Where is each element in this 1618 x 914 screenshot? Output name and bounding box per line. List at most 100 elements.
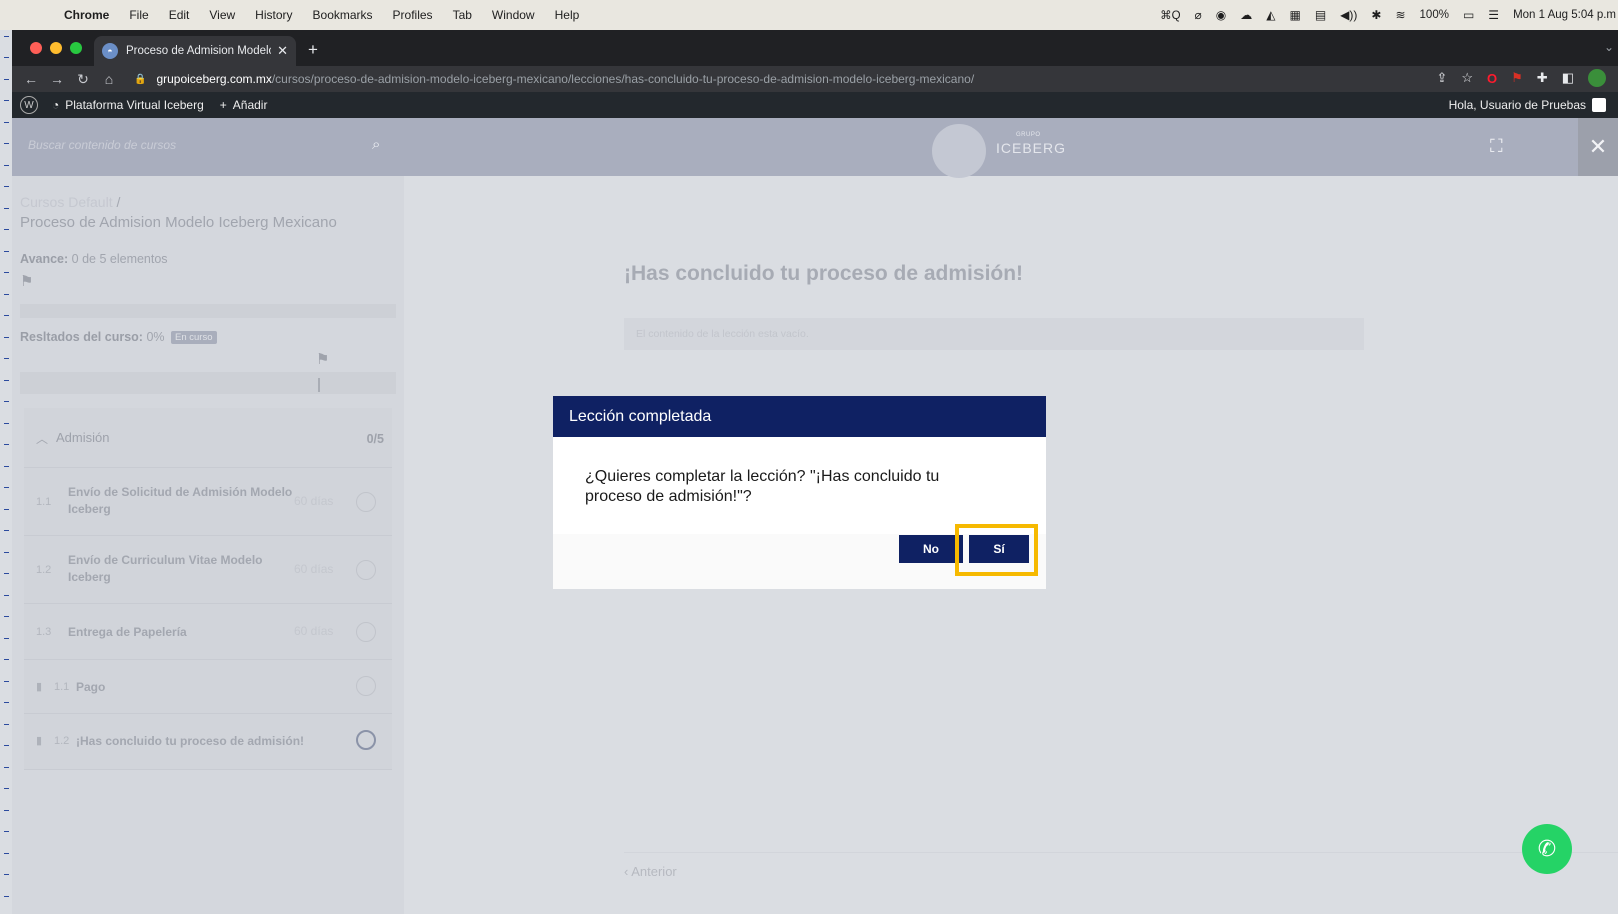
edge-marker: [4, 767, 9, 768]
reload-icon[interactable]: ↻: [70, 71, 96, 88]
previous-link[interactable]: ‹ Anterior: [624, 864, 677, 879]
no-button[interactable]: No: [899, 535, 963, 563]
edge-marker: [4, 831, 9, 832]
wp-add-new-link[interactable]: + Añadir: [220, 98, 268, 112]
section-header[interactable]: ︿ Admisión 0/5: [24, 408, 392, 468]
wp-add-label: Añadir: [232, 98, 268, 112]
fullscreen-icon[interactable]: ⛶: [1490, 136, 1503, 157]
edge-marker: [4, 595, 9, 596]
menu-view[interactable]: View: [209, 8, 235, 22]
close-icon[interactable]: ✕: [1578, 118, 1618, 176]
tab-search-chevron-icon[interactable]: ⌄: [1604, 40, 1614, 54]
edge-marker: [4, 466, 9, 467]
search-icon[interactable]: ⌕: [372, 136, 380, 153]
topic-status-circle[interactable]: [356, 676, 376, 696]
edge-marker: [4, 165, 9, 166]
menubar-clock[interactable]: Mon 1 Aug 5:04 p.m: [1513, 9, 1616, 21]
progress-flag-icon: ⚑: [20, 273, 34, 290]
cloud-icon[interactable]: ☁: [1240, 8, 1252, 22]
lesson-item[interactable]: 1.3 Entrega de Papelería 60 días: [24, 604, 392, 660]
back-arrow-icon[interactable]: ←: [18, 71, 44, 87]
new-tab-icon[interactable]: +: [308, 40, 318, 60]
paperclip-icon[interactable]: ⌀: [1195, 8, 1202, 22]
edge-marker: [4, 681, 9, 682]
browser-toolbar: ← → ↻ ⌂ 🔒 grupoiceberg.com.mx/cursos/pro…: [12, 66, 1618, 92]
wp-howdy-text: Hola, Usuario de Pruebas: [1448, 98, 1586, 112]
results-text: Resltados del curso: 0% En curso: [20, 330, 217, 344]
course-search-input[interactable]: Buscar contenido de cursos: [28, 138, 176, 152]
tab-close-icon[interactable]: ✕: [277, 43, 288, 59]
yes-button-highlight: [955, 524, 1038, 576]
keyboard-icon[interactable]: ▤: [1315, 8, 1326, 22]
lock-icon[interactable]: 🔒: [134, 74, 146, 85]
opera-extension-icon[interactable]: O: [1487, 71, 1497, 86]
control-center-icon[interactable]: ☰: [1488, 8, 1499, 22]
menu-history[interactable]: History: [255, 8, 292, 22]
course-title[interactable]: Proceso de Admision Modelo Iceberg Mexic…: [20, 214, 337, 231]
home-icon[interactable]: ⌂: [96, 71, 122, 87]
course-sidebar: Cursos Default / Proceso de Admision Mod…: [12, 176, 404, 914]
edge-marker: [4, 896, 9, 897]
plus-icon: +: [219, 98, 227, 112]
bookmark-star-icon[interactable]: ☆: [1461, 70, 1473, 86]
modal-message: ¿Quieres completar la lección? "¡Has con…: [585, 468, 940, 505]
flag-extension-icon[interactable]: ⚑: [1511, 70, 1523, 86]
menu-tab[interactable]: Tab: [453, 8, 472, 22]
lesson-status-circle[interactable]: [356, 492, 376, 512]
share-icon[interactable]: ⇪: [1436, 70, 1447, 86]
edge-marker: [4, 552, 9, 553]
wp-user-menu[interactable]: Hola, Usuario de Pruebas: [1449, 98, 1606, 112]
browser-tab-strip: ◓ Proceso de Admision Modelo Ic ✕ + ⌄: [12, 30, 1618, 66]
menu-app-name[interactable]: Chrome: [64, 8, 109, 22]
edge-marker: [4, 272, 9, 273]
menu-file[interactable]: File: [129, 8, 148, 22]
topic-item[interactable]: ▮ 1.1 Pago: [24, 660, 392, 714]
wifi-icon[interactable]: ≋: [1395, 8, 1405, 22]
edge-marker: [4, 100, 9, 101]
modal-title: Lección completada: [553, 396, 1046, 437]
topic-item-current[interactable]: ▮ 1.2 ¡Has concluido tu proceso de admis…: [24, 714, 392, 770]
mac-menubar: Chrome File Edit View History Bookmarks …: [0, 0, 1618, 30]
lesson-status-circle[interactable]: [356, 560, 376, 580]
wp-site-link[interactable]: ◔ Plataforma Virtual Iceberg: [52, 98, 204, 112]
browser-tab-active[interactable]: ◓ Proceso de Admision Modelo Ic ✕: [94, 36, 296, 66]
topic-name: Pago: [76, 680, 106, 694]
eye-icon[interactable]: ◉: [1216, 8, 1226, 22]
edge-marker: [4, 509, 9, 510]
menu-profiles[interactable]: Profiles: [393, 8, 433, 22]
breadcrumb-link[interactable]: Cursos Default: [20, 194, 113, 210]
menu-bookmarks[interactable]: Bookmarks: [313, 8, 373, 22]
wordpress-logo-icon[interactable]: W: [20, 96, 38, 114]
close-window-button[interactable]: [30, 42, 42, 54]
menu-help[interactable]: Help: [555, 8, 580, 22]
lesson-item[interactable]: 1.1 Envío de Solicitud de Admisión Model…: [24, 468, 392, 536]
volume-icon[interactable]: ◀)): [1340, 8, 1357, 22]
whatsapp-icon[interactable]: ✆: [1522, 824, 1572, 874]
chevron-up-icon[interactable]: ︿: [36, 430, 48, 447]
toolbar-extensions: ⇪ ☆ O ⚑ ✚ ◧: [1436, 69, 1606, 87]
menu-edit[interactable]: Edit: [169, 8, 190, 22]
battery-percent: 100%: [1419, 9, 1449, 21]
topic-number: 1.2: [54, 735, 70, 747]
address-bar[interactable]: 🔒 grupoiceberg.com.mx/cursos/proceso-de-…: [124, 68, 1444, 90]
progress-value: 0 de 5 elementos: [71, 252, 168, 266]
shortcut-indicator[interactable]: ⌘Q: [1160, 8, 1180, 22]
topic-status-circle[interactable]: [356, 730, 376, 750]
lesson-item[interactable]: 1.2 Envío de Curriculum Vitae Modelo Ice…: [24, 536, 392, 604]
profile-avatar-icon[interactable]: [1588, 69, 1606, 87]
status-badge: En curso: [171, 331, 217, 344]
lesson-number: 1.2: [36, 564, 52, 576]
zoom-window-button[interactable]: [70, 42, 82, 54]
minimize-window-button[interactable]: [50, 42, 62, 54]
bluetooth-icon[interactable]: ✱: [1371, 8, 1381, 22]
grid-icon[interactable]: ▦: [1289, 8, 1300, 22]
edge-marker: [4, 788, 9, 789]
battery-icon[interactable]: ▭: [1463, 8, 1474, 22]
lesson-status-circle[interactable]: [356, 622, 376, 642]
extensions-puzzle-icon[interactable]: ✚: [1537, 70, 1548, 86]
forward-arrow-icon[interactable]: →: [44, 71, 70, 87]
delta-icon[interactable]: ◭: [1266, 8, 1275, 22]
menu-window[interactable]: Window: [492, 8, 535, 22]
edge-marker: [4, 143, 9, 144]
side-panel-icon[interactable]: ◧: [1562, 70, 1574, 86]
